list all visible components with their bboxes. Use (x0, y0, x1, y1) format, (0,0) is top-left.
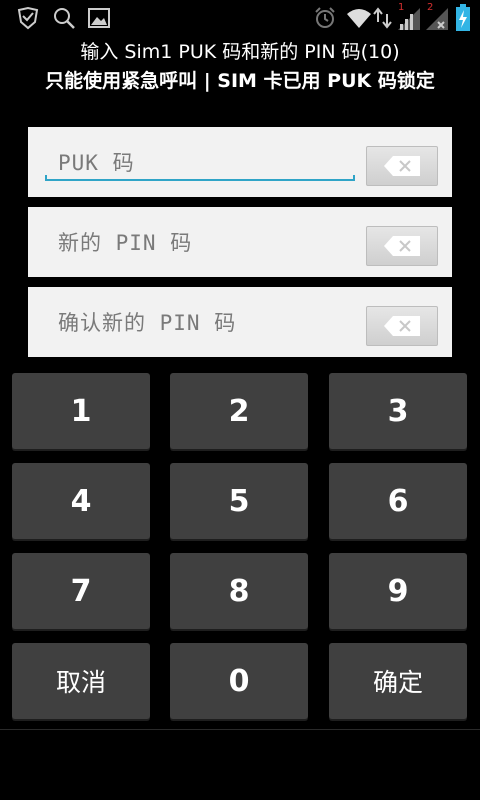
shield-check-icon (17, 6, 39, 30)
backspace-icon (384, 316, 420, 336)
sim2-badge: 2 (427, 2, 434, 13)
key-0[interactable]: 0 (170, 643, 308, 719)
sim1-badge: 1 (398, 2, 405, 13)
backspace-icon (384, 156, 420, 176)
confirm-pin-field[interactable]: 确认新的 PIN 码 (28, 287, 452, 357)
key-3[interactable]: 3 (329, 373, 467, 449)
puk-code-placeholder: PUK 码 (58, 151, 135, 175)
confirm-button[interactable]: 确定 (329, 643, 467, 719)
puk-instruction: 输入 Sim1 PUK 码和新的 PIN 码(10) (80, 41, 400, 63)
search-icon (54, 8, 75, 29)
bottom-divider (0, 729, 480, 730)
picture-icon (88, 8, 110, 28)
key-4[interactable]: 4 (12, 463, 150, 539)
alarm-icon (315, 7, 335, 28)
key-7[interactable]: 7 (12, 553, 150, 629)
key-8[interactable]: 8 (170, 553, 308, 629)
status-bar: 1 2 (0, 0, 480, 36)
confirm-pin-delete-button[interactable] (366, 306, 438, 346)
cancel-button[interactable]: 取消 (12, 643, 150, 719)
new-pin-delete-button[interactable] (366, 226, 438, 266)
new-pin-field[interactable]: 新的 PIN 码 (28, 207, 452, 277)
confirm-pin-placeholder: 确认新的 PIN 码 (58, 311, 237, 335)
sim-locked-status: 只能使用紧急呼叫 | SIM 卡已用 PUK 码锁定 (45, 70, 435, 92)
key-5[interactable]: 5 (170, 463, 308, 539)
battery-charging-icon (456, 4, 470, 31)
key-9[interactable]: 9 (329, 553, 467, 629)
puk-header: 输入 Sim1 PUK 码和新的 PIN 码(10) 只能使用紧急呼叫 | SI… (0, 38, 480, 96)
new-pin-placeholder: 新的 PIN 码 (58, 231, 193, 255)
backspace-icon (384, 236, 420, 256)
key-2[interactable]: 2 (170, 373, 308, 449)
key-1[interactable]: 1 (12, 373, 150, 449)
focus-underline (45, 175, 355, 181)
wifi-icon (347, 9, 371, 28)
data-arrows-icon (373, 7, 392, 29)
puk-code-field[interactable]: PUK 码 (28, 127, 452, 197)
key-6[interactable]: 6 (329, 463, 467, 539)
puk-delete-button[interactable] (366, 146, 438, 186)
